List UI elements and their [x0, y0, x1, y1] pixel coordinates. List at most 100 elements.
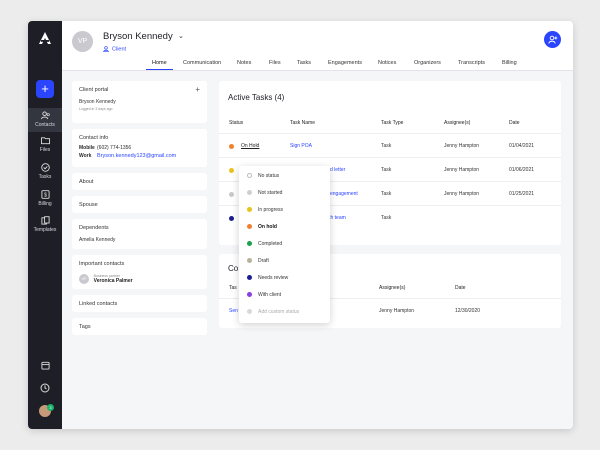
status-color-dot: [247, 241, 252, 246]
status-color-dot: [247, 292, 252, 297]
folder-icon: [40, 137, 50, 145]
work-row: Work Bryson.kennedy123@gmail.com: [79, 153, 200, 159]
tab-billing[interactable]: Billing: [502, 60, 517, 69]
person-icon: [103, 46, 109, 52]
work-label: Work: [79, 153, 92, 159]
dependents-card: Dependents Amelia Kennedy: [72, 219, 207, 249]
client-header: VP Bryson Kennedy ⌄ Client Home Communic…: [62, 21, 573, 71]
status-option-label: In progress: [258, 207, 284, 213]
nav-rail: + Contacts Files Tasks $ Billing Templat…: [28, 21, 62, 429]
client-type: Client: [103, 46, 126, 52]
task-type: Task: [381, 215, 392, 221]
nav-item-templates[interactable]: Templates: [28, 216, 62, 233]
mobile-row: Mobile (602) 774-1356: [79, 145, 200, 151]
status-option-label: Draft: [258, 258, 269, 264]
column-header: Tas: [229, 285, 237, 291]
nav-item-billing[interactable]: $ Billing: [28, 190, 62, 207]
user-add-icon: [547, 35, 557, 44]
tab-transcripts[interactable]: Transcripts: [458, 60, 485, 69]
column-header: Status: [229, 120, 244, 126]
status-option-not-started[interactable]: Not started: [239, 184, 330, 201]
tab-communication[interactable]: Communication: [183, 60, 221, 69]
dependent-name[interactable]: Amelia Kennedy: [79, 237, 200, 243]
task-date: 12/30/2020: [455, 308, 481, 314]
notification-badge: 3: [47, 404, 54, 411]
task-date: 01/04/2021: [509, 143, 535, 149]
active-tasks-title: Active Tasks (4): [228, 93, 285, 102]
column-header: Task Type: [381, 120, 404, 126]
nav-label: Files: [39, 147, 51, 153]
nav-label: Templates: [33, 227, 57, 233]
task-type: Task: [381, 167, 392, 173]
work-email[interactable]: Bryson.kennedy123@gmail.com: [97, 153, 176, 159]
task-name-link[interactable]: Sign POA: [290, 143, 312, 149]
mobile-number[interactable]: (602) 774-1356: [97, 145, 131, 151]
status-option-completed[interactable]: Completed: [239, 235, 330, 252]
portal-last-login: Logged in 3 days ago: [79, 107, 113, 111]
status-option-label: No status: [258, 173, 280, 179]
nav-item-contacts[interactable]: Contacts: [28, 108, 62, 132]
about-card[interactable]: About: [72, 173, 207, 190]
task-assignee: Jenny Hampton: [444, 191, 480, 197]
tab-engagements[interactable]: Engagements: [328, 60, 362, 69]
tags-card[interactable]: Tags: [72, 318, 207, 335]
status-option-label: On hold: [258, 224, 277, 230]
status-dot[interactable]: [229, 168, 234, 173]
status-option-needs-review[interactable]: Needs review: [239, 269, 330, 286]
user-add-button[interactable]: [544, 31, 561, 48]
tab-notices[interactable]: Notices: [378, 60, 396, 69]
task-assignee: Jenny Hampton: [444, 143, 480, 149]
status-color-dot: [247, 224, 252, 229]
card-title: Dependents: [79, 225, 109, 231]
status-option-label: With client: [258, 292, 282, 298]
tab-home[interactable]: Home: [146, 60, 173, 70]
status-option-no-status[interactable]: No status: [239, 167, 330, 184]
timer-button[interactable]: [28, 383, 62, 395]
app-window: + Contacts Files Tasks $ Billing Templat…: [28, 21, 573, 429]
table-row[interactable]: On Hold Sign POA Task Jenny Hampton 01/0…: [219, 133, 561, 157]
card-title: Tags: [79, 324, 91, 330]
add-icon[interactable]: +: [195, 86, 200, 94]
nav-item-tasks[interactable]: Tasks: [28, 163, 62, 180]
status-color-dot: [247, 258, 252, 263]
important-contact-row[interactable]: VP Business partner Veronica Palmer: [79, 274, 200, 284]
status-dot[interactable]: [229, 192, 234, 197]
status-option-label: Needs review: [258, 275, 289, 281]
status-dot[interactable]: [229, 216, 234, 221]
status-option-draft[interactable]: Draft: [239, 252, 330, 269]
task-name-link[interactable]: Sen: [229, 308, 238, 314]
status-color-dot: [247, 190, 252, 195]
tab-organizers[interactable]: Organizers: [414, 60, 441, 69]
column-header: Assignee(s): [444, 120, 471, 126]
status-option-on-hold[interactable]: On hold: [239, 218, 330, 235]
calendar-button[interactable]: [28, 361, 62, 372]
card-title: Important contacts: [79, 261, 125, 267]
card-title: Linked contacts: [79, 301, 118, 307]
spouse-card[interactable]: Spouse: [72, 196, 207, 213]
column-header: Task Name: [290, 120, 316, 126]
status-dropdown-trigger[interactable]: On Hold: [241, 143, 259, 149]
task-name-link[interactable]: engagement: [330, 191, 358, 197]
tab-tasks[interactable]: Tasks: [297, 60, 311, 69]
status-color-dot: [247, 207, 252, 212]
status-option-with-client[interactable]: With client: [239, 286, 330, 303]
important-contacts-card: Important contacts VP Business partner V…: [72, 255, 207, 289]
nav-item-files[interactable]: Files: [28, 136, 62, 153]
timer-icon: [40, 383, 50, 393]
add-button[interactable]: +: [36, 80, 54, 98]
status-option-in-progress[interactable]: In progress: [239, 201, 330, 218]
task-type: Task: [381, 143, 392, 149]
linked-contacts-card[interactable]: Linked contacts: [72, 295, 207, 312]
nav-label: Contacts: [35, 122, 55, 128]
add-custom-status-option[interactable]: Add custom status: [239, 303, 330, 320]
tab-files[interactable]: Files: [269, 60, 281, 69]
task-name-link[interactable]: ith team: [328, 215, 346, 221]
status-option-label: Add custom status: [258, 309, 300, 315]
chevron-down-icon[interactable]: ⌄: [178, 32, 184, 40]
contact-avatar: VP: [79, 274, 89, 284]
app-logo-icon: [39, 32, 51, 44]
tab-notes[interactable]: Notes: [237, 60, 251, 69]
task-name-link[interactable]: d letter: [330, 167, 345, 173]
task-date: 01/25/2021: [509, 191, 535, 197]
status-color-dot: [247, 173, 252, 178]
